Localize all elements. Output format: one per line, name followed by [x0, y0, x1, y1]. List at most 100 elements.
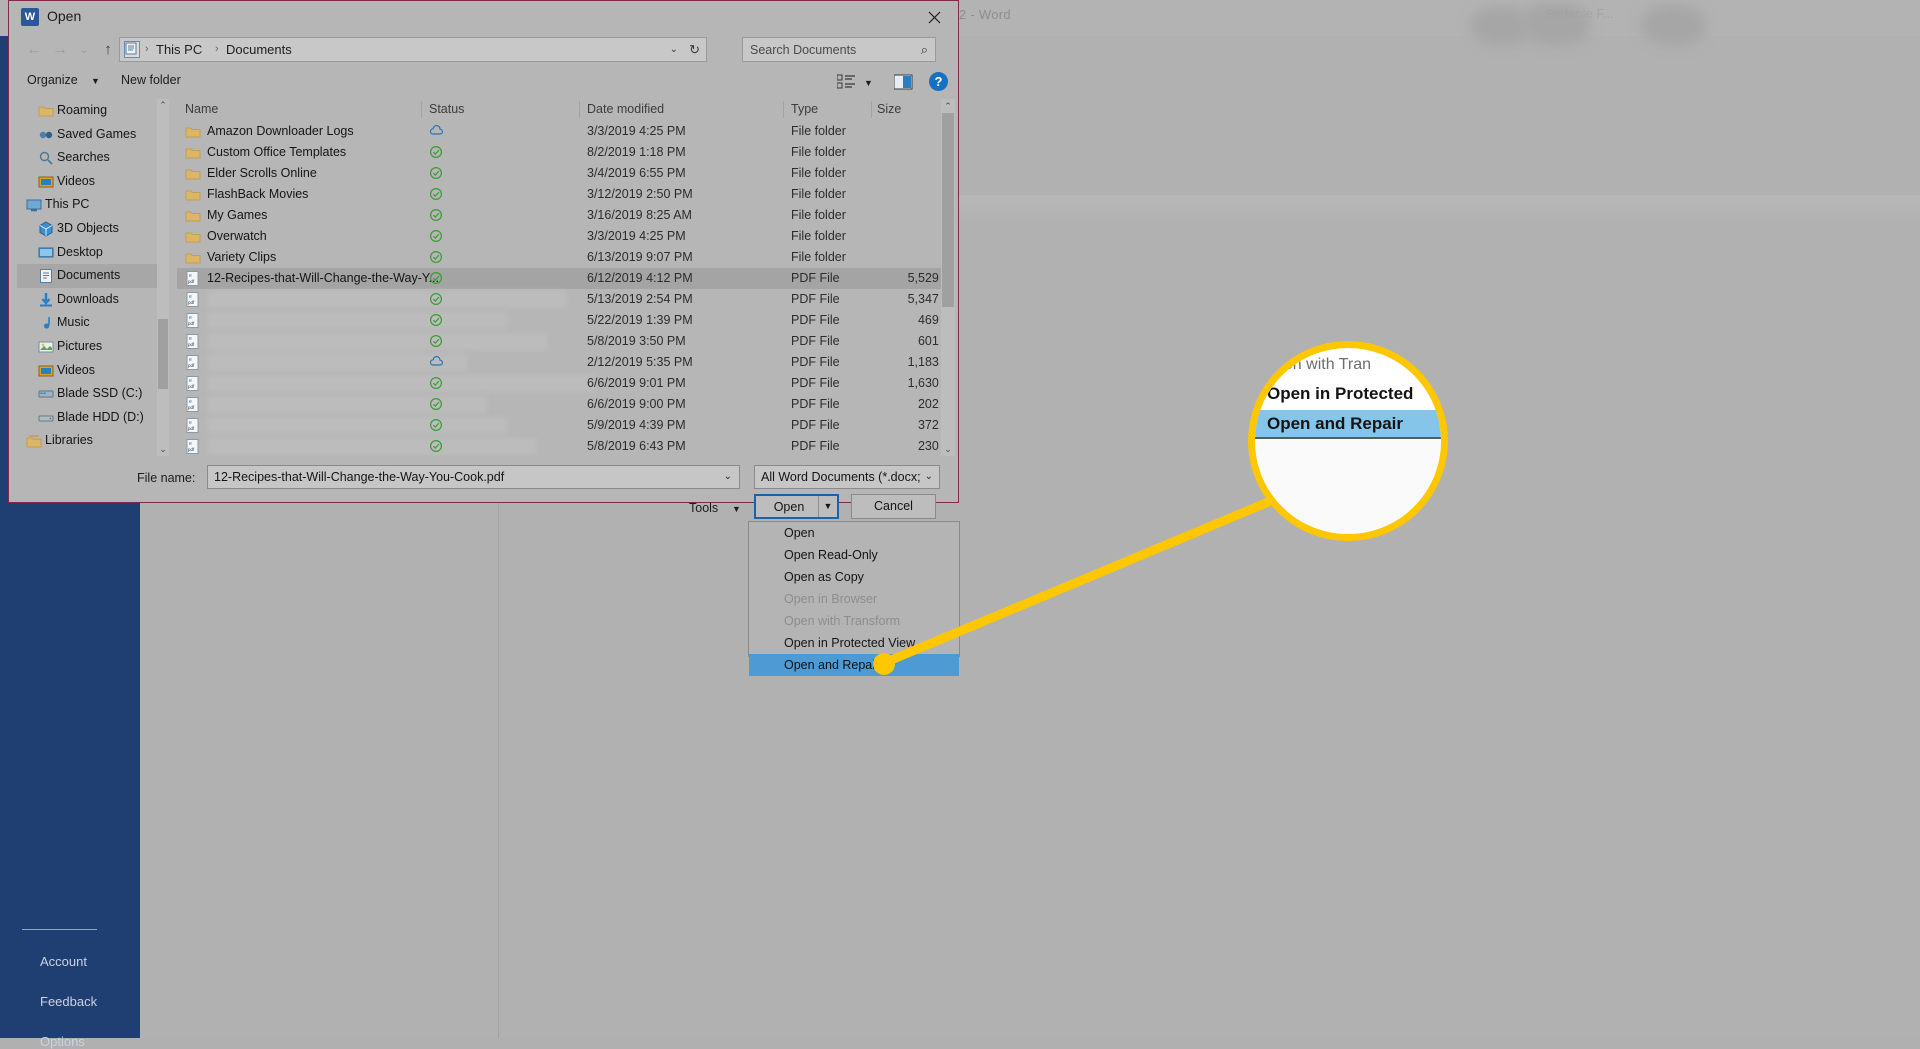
sidebar-item-blade-ssd-c[interactable]: Blade SSD (C:) — [17, 382, 164, 406]
column-header-status[interactable]: Status — [429, 102, 464, 116]
sidebar-item-label: Blade SSD (C:) — [57, 386, 143, 401]
rail-item-options[interactable]: Options — [40, 1034, 85, 1049]
scroll-down-icon[interactable]: ⌄ — [941, 442, 955, 456]
column-divider[interactable] — [871, 101, 872, 118]
column-header-type[interactable]: Type — [791, 102, 818, 116]
sidebar-item-label: Videos — [57, 173, 95, 188]
organize-button[interactable]: Organize — [27, 73, 78, 87]
menu-item-open-read-only[interactable]: Open Read-Only — [749, 544, 959, 566]
column-divider[interactable] — [783, 101, 784, 118]
sidebar-item-pictures[interactable]: Pictures — [17, 335, 164, 359]
view-list-icon[interactable] — [836, 74, 857, 90]
table-row[interactable]: epdf 6/6/2019 9:00 PM PDF File 202 KB — [177, 394, 944, 415]
sidebar-item-searches[interactable]: Searches — [17, 146, 164, 170]
sidebar-item-blade-hdd-d[interactable]: Blade HDD (D:) — [17, 406, 164, 430]
table-row[interactable]: My Games 3/16/2019 8:25 AM File folder — [177, 205, 944, 226]
search-icon[interactable]: ⌕ — [921, 42, 928, 58]
table-row[interactable]: epdf 5/8/2019 6:43 PM PDF File 230 KB — [177, 436, 944, 456]
table-row[interactable]: Elder Scrolls Online 3/4/2019 6:55 PM File… — [177, 163, 944, 184]
tools-button[interactable]: Tools — [689, 501, 718, 515]
scroll-down-icon[interactable]: ⌄ — [157, 443, 169, 456]
view-chevron-down-icon[interactable]: ▼ — [864, 78, 873, 88]
sidebar-item-saved-games[interactable]: Saved Games — [17, 123, 164, 147]
sidebar-item-this-pc[interactable]: This PC — [17, 193, 164, 217]
word-icon: W — [21, 8, 39, 26]
breadcrumb-this-pc[interactable]: This PC — [156, 42, 202, 57]
table-row[interactable]: epdf 5/13/2019 2:54 PM PDF File 5,347 KB — [177, 289, 944, 310]
address-bar[interactable]: › This PC › Documents ⌄ ↻ — [119, 37, 707, 62]
documents-folder-icon — [124, 41, 140, 58]
column-header-size[interactable]: Size — [877, 102, 901, 116]
size-cell: 5,347 KB — [907, 292, 944, 306]
pdf-icon: e pdf — [185, 397, 200, 412]
column-divider[interactable] — [579, 101, 580, 118]
sidebar-item-label: Searches — [57, 150, 110, 165]
scroll-up-icon[interactable]: ⌃ — [157, 99, 169, 112]
date-modified-cell: 5/8/2019 6:43 PM — [587, 439, 686, 453]
menu-item-open-in-protected-view[interactable]: Open in Protected View — [749, 632, 959, 654]
help-icon[interactable]: ? — [929, 72, 948, 91]
pdf-icon: e pdf — [185, 313, 200, 328]
rail-item-account[interactable]: Account — [40, 954, 87, 969]
sidebar-item-roaming[interactable]: Roaming — [17, 99, 164, 123]
back-arrow-icon[interactable]: ← — [23, 39, 45, 61]
sidebar-item-3d-objects[interactable]: 3D Objects — [17, 217, 164, 241]
sidebar-item-desktop[interactable]: Desktop — [17, 241, 164, 265]
type-cell: PDF File — [791, 292, 840, 306]
preview-pane-icon[interactable] — [893, 74, 914, 90]
up-arrow-icon[interactable]: ↑ — [97, 39, 119, 61]
close-icon[interactable] — [912, 1, 958, 33]
column-header-date-modified[interactable]: Date modified — [587, 102, 664, 116]
menu-item-open[interactable]: Open — [749, 522, 959, 544]
rail-item-feedback[interactable]: Feedback — [40, 994, 97, 1009]
address-chevron-down-icon[interactable]: ⌄ — [670, 44, 678, 55]
file-name-input[interactable]: 12-Recipes-that-Will-Change-the-Way-You-… — [207, 465, 740, 489]
table-row[interactable]: epdf 6/6/2019 9:01 PM PDF File 1,630 KB — [177, 373, 944, 394]
file-type-filter-select[interactable]: All Word Documents (*.docx;*.d ⌄ — [754, 465, 940, 489]
type-cell: PDF File — [791, 271, 840, 285]
table-row[interactable]: Custom Office Templates 8/2/2019 1:18 PM F… — [177, 142, 944, 163]
new-folder-button[interactable]: New folder — [121, 73, 181, 87]
file-list-scrollbar[interactable]: ⌃ ⌄ — [941, 99, 955, 456]
cancel-button[interactable]: Cancel — [851, 494, 936, 519]
sidebar-item-music[interactable]: Music — [17, 311, 164, 335]
sidebar-item-downloads[interactable]: Downloads — [17, 288, 164, 312]
dialog-toolbar: Organize ▼ New folder ▼ ? — [9, 67, 958, 98]
type-cell: File folder — [791, 124, 846, 138]
column-header-name[interactable]: Name — [185, 102, 218, 116]
sidebar-item-videos[interactable]: Videos — [17, 359, 164, 383]
type-cell: PDF File — [791, 376, 840, 390]
refresh-icon[interactable]: ↻ — [689, 42, 700, 58]
scrollbar-thumb[interactable] — [942, 113, 954, 307]
filter-chevron-down-icon[interactable]: ⌄ — [925, 471, 933, 482]
file-name-chevron-down-icon[interactable]: ⌄ — [724, 471, 732, 482]
menu-item-open-and-repair[interactable]: Open and Repair — [749, 654, 959, 676]
synced-check-status-icon — [429, 292, 444, 311]
table-row[interactable]: FlashBack Movies 3/12/2019 2:50 PM File fo… — [177, 184, 944, 205]
forward-arrow-icon[interactable]: → — [49, 39, 71, 61]
table-row[interactable]: epdf 5/22/2019 1:39 PM PDF File 469 KB — [177, 310, 944, 331]
menu-item-open-as-copy[interactable]: Open as Copy — [749, 566, 959, 588]
table-row[interactable]: epdf 5/9/2019 4:39 PM PDF File 372 KB — [177, 415, 944, 436]
open-button[interactable]: Open ▼ — [754, 494, 839, 519]
sidebar-item-videos[interactable]: Videos — [17, 170, 164, 194]
table-row[interactable]: Overwatch 3/3/2019 4:25 PM File folder — [177, 226, 944, 247]
open-split-chevron-down-icon[interactable]: ▼ — [818, 496, 837, 517]
column-divider[interactable] — [421, 101, 422, 118]
scroll-up-icon[interactable]: ⌃ — [941, 99, 955, 113]
breadcrumb-documents[interactable]: Documents — [226, 42, 292, 57]
table-row[interactable]: e pdf 12-Recipes-that-Will-Change-the-Way-… — [177, 268, 944, 289]
navigation-scrollbar[interactable]: ⌃ ⌄ — [157, 99, 169, 456]
sidebar-item-libraries[interactable]: Libraries — [17, 429, 164, 453]
sidebar-item-documents[interactable]: Documents — [17, 264, 164, 288]
table-row[interactable]: Variety Clips 6/13/2019 9:07 PM File folde… — [177, 247, 944, 268]
organize-chevron-down-icon[interactable]: ▼ — [91, 76, 100, 86]
table-row[interactable]: epdf 5/8/2019 3:50 PM PDF File 601 KB — [177, 331, 944, 352]
table-row[interactable]: Amazon Downloader Logs 3/3/2019 4:25 PM Fi… — [177, 121, 944, 142]
menu-item-open-with-transform: Open with Transform — [784, 614, 901, 628]
tools-chevron-down-icon[interactable]: ▼ — [732, 504, 741, 514]
search-input[interactable]: Search Documents ⌕ — [742, 37, 936, 62]
scrollbar-thumb[interactable] — [158, 319, 168, 389]
table-row[interactable]: epdf 2/12/2019 5:35 PM PDF File 1,183 KB — [177, 352, 944, 373]
recent-locations-chevron-down-icon[interactable]: ⌄ — [73, 39, 95, 61]
